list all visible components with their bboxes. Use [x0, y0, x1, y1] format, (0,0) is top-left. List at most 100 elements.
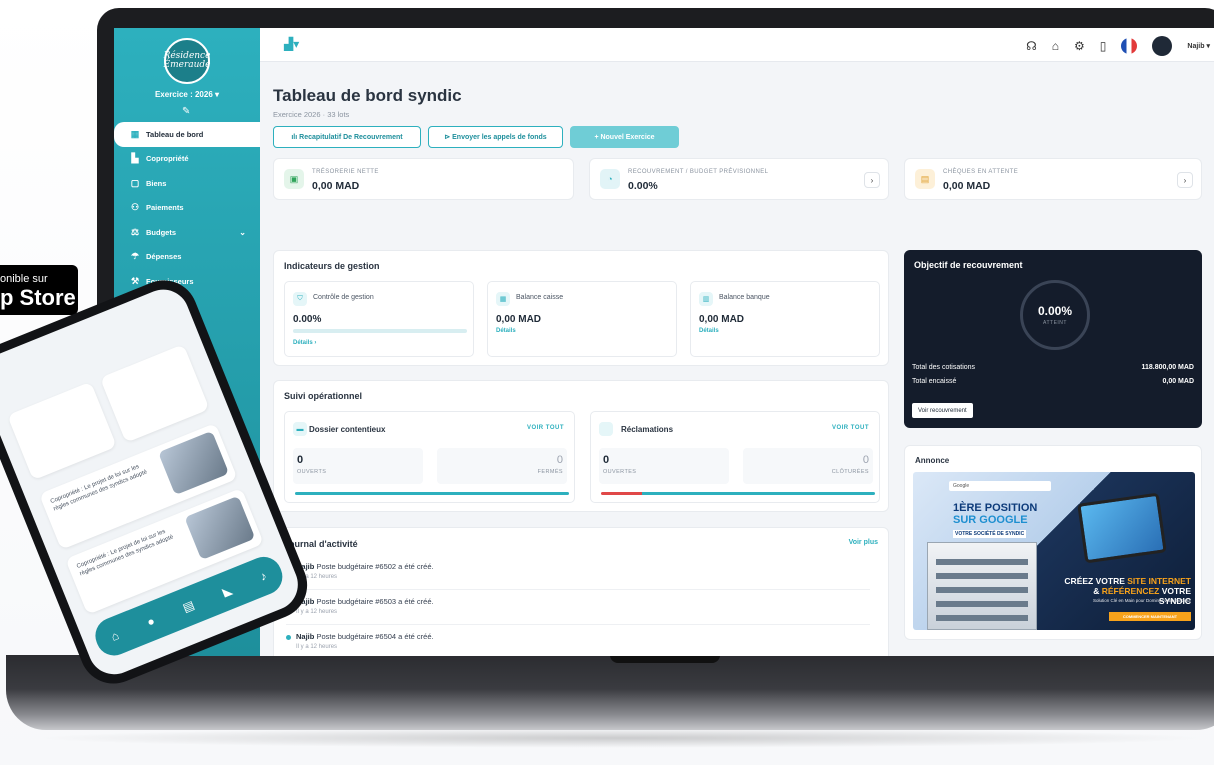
entry-text: Poste budgétaire #6502 a été créé. — [316, 562, 434, 571]
card-label: Réclamations — [621, 425, 674, 434]
sidebar-item-label: Biens — [146, 178, 167, 188]
voir-tout-link[interactable]: VOIR TOUT — [832, 425, 869, 431]
user-icon[interactable]: ● — [145, 614, 157, 630]
voir-plus-link[interactable]: Voir plus — [849, 539, 878, 546]
sidebar-item-tableau-de-bord[interactable]: ▦ Tableau de bord — [114, 122, 260, 147]
chevron-right-icon[interactable]: › — [1177, 172, 1193, 188]
section-title: Suivi opérationnel — [284, 391, 363, 401]
voir-recouvrement-button[interactable]: Voir recouvrement — [912, 403, 973, 418]
journal-entry: Najib Poste budgétaire #6502 a été créé. — [286, 562, 434, 571]
home-icon[interactable]: ⌂ — [109, 628, 121, 644]
phone-tile[interactable] — [99, 344, 210, 443]
gear-icon[interactable]: ⚙ — [1074, 39, 1085, 53]
details-link[interactable]: Détails › — [293, 340, 316, 346]
journal-entry: Najib Poste budgétaire #6504 a été créé. — [286, 632, 434, 641]
megaphone-icon[interactable]: ◣ — [220, 583, 234, 599]
envoyer-appels-button[interactable]: ⊳ Envoyer les appels de fonds — [428, 126, 563, 148]
indicateurs-card: Indicateurs de gestion ⛉ Contrôle de ges… — [273, 250, 889, 366]
sidebar-item-label: Paiements — [146, 203, 184, 213]
reclamations-progress — [601, 492, 875, 495]
contentieux-card: ▬ Dossier contentieux VOIR TOUT 0 OUVERT… — [284, 411, 575, 503]
bank-icon: ▥ — [699, 292, 713, 306]
cta-part: RÉFÉRENCEZ — [1101, 586, 1160, 596]
bell-icon[interactable]: ♪ — [258, 569, 269, 584]
objectif-ring: 0.00% ATTEINT — [1020, 280, 1090, 350]
objectif-caption: ATTEINT — [1043, 320, 1067, 326]
logo-text: Résidence Émeraude — [163, 51, 211, 70]
document-icon[interactable]: ▤ — [181, 598, 197, 615]
avatar[interactable] — [1152, 36, 1173, 56]
card-label: Balance caisse — [516, 294, 564, 301]
entry-text: Poste budgétaire #6504 a été créé. — [316, 632, 434, 641]
marketing-scene: Résidence Émeraude Exercice : 2026 ▾ ✎ ▦… — [0, 0, 1214, 765]
divider — [286, 624, 870, 625]
annonce-banner[interactable]: Google 1ÈRE POSITION SUR GOOGLE VOTRE SOC… — [913, 472, 1195, 630]
laptop-shadow — [30, 728, 1210, 748]
stat-label: RECOUVREMENT / BUDGET PRÉVISIONNEL — [628, 169, 769, 175]
section-title: Objectif de recouvrement — [914, 260, 1023, 270]
entry-user: Najib — [296, 632, 315, 641]
reclamations-card: Réclamations VOIR TOUT 0 OUVERTES 0 CLÔT… — [590, 411, 880, 503]
user-menu[interactable]: Najib ▾ — [1187, 42, 1210, 50]
exercice-selector[interactable]: Exercice : 2026 ▾ — [114, 90, 260, 99]
total-cotisations-row: Total des cotisations 118.800,00 MAD — [912, 364, 1194, 371]
annonce-cta-button[interactable]: COMMENCER MAINTENANT — [1109, 612, 1191, 621]
count-caption: OUVERTES — [603, 469, 637, 475]
sidebar-item-label: Dépenses — [146, 252, 182, 262]
annonce-card: Annonce Google 1ÈRE POSITION SUR GOOGLE V… — [904, 445, 1202, 640]
count-value: 0 — [297, 454, 304, 466]
recap-recouvrement-button[interactable]: ılı Recapitulatif De Recouvrement — [273, 126, 421, 148]
headset-icon[interactable]: ☊ — [1026, 39, 1037, 53]
contentieux-progress — [295, 492, 569, 495]
stat-tresorerie: ▣ TRÉSORERIE NETTE 0,00 MAD — [273, 158, 574, 200]
chevron-right-icon[interactable]: › — [864, 172, 880, 188]
annonce-subtitle: VOTRE SOCIÉTÉ DE SYNDIC — [953, 530, 1027, 538]
details-link[interactable]: Détails — [496, 328, 516, 334]
message-icon — [599, 422, 613, 436]
stat-value: 0,00 MAD — [943, 180, 991, 192]
sidebar-item-depenses[interactable]: ☂ Dépenses — [114, 245, 260, 270]
bullet-icon — [286, 634, 291, 640]
fermes-box: 0 FERMÉS — [437, 448, 567, 484]
home-icon[interactable]: ⌂ — [1052, 39, 1059, 53]
card-value: 0.00% — [293, 314, 322, 325]
card-label: Dossier contentieux — [309, 425, 386, 434]
user-name: Najib — [1187, 43, 1205, 50]
objectif-recouvrement-card: Objectif de recouvrement 0.00% ATTEINT T… — [904, 250, 1202, 428]
main-content: Tableau de bord syndic Exercice 2026 · 3… — [260, 62, 1214, 656]
annonce-headline: 1ÈRE POSITION SUR GOOGLE — [953, 502, 1037, 526]
row-value: 118.800,00 MAD — [1141, 364, 1194, 371]
voir-tout-link[interactable]: VOIR TOUT — [527, 425, 564, 431]
residence-logo[interactable]: Résidence Émeraude — [163, 38, 211, 84]
french-flag-icon[interactable] — [1121, 38, 1138, 54]
card-value: 0,00 MAD — [699, 314, 745, 325]
details-link[interactable]: Détails — [699, 328, 719, 334]
building-switch-icon[interactable]: ▟▾ — [284, 37, 299, 51]
stat-recouvrement: ◔ RECOUVREMENT / BUDGET PRÉVISIONNEL 0.0… — [589, 158, 889, 200]
sidebar-item-paiements[interactable]: ⚇ Paiements — [114, 196, 260, 221]
section-title: Indicateurs de gestion — [284, 261, 380, 271]
annonce-tagline: Solution Clé en Main pour Dominer votre … — [1092, 598, 1191, 603]
sidebar-item-biens[interactable]: ▢ Biens — [114, 171, 260, 196]
app-store-badge[interactable]: onible sur p Store — [0, 265, 78, 315]
count-caption: CLÔTURÉES — [831, 469, 869, 475]
cta-part: & — [1093, 586, 1102, 596]
edit-icon[interactable]: ✎ — [182, 106, 190, 117]
laptop-base — [6, 655, 1214, 730]
sidebar-item-copropriete[interactable]: ▙ Copropriété — [114, 147, 260, 172]
cta-part: SITE INTERNET — [1127, 576, 1191, 586]
controle-gestion-card: ⛉ Contrôle de gestion 0.00% Détails › — [284, 281, 474, 357]
nouvel-exercice-button[interactable]: + Nouvel Exercice — [570, 126, 679, 148]
shield-icon: ⛉ — [293, 292, 307, 306]
phone-tile[interactable] — [7, 381, 117, 481]
nav-icon: ⚖ — [130, 226, 140, 237]
laptop-notch — [610, 655, 720, 663]
book-icon[interactable]: ▯ — [1100, 39, 1107, 53]
wallet-icon: ▣ — [284, 169, 304, 189]
exercice-label: Exercice : 2026 — [154, 90, 213, 99]
card-value: 0,00 MAD — [496, 314, 542, 325]
stat-label: CHÈQUES EN ATTENTE — [943, 169, 1019, 175]
stat-cheques: ▤ CHÈQUES EN ATTENTE 0,00 MAD › — [904, 158, 1202, 200]
headline-line1: 1ÈRE POSITION — [953, 502, 1038, 514]
sidebar-item-budgets[interactable]: ⚖ Budgets ⌄ — [114, 220, 260, 245]
